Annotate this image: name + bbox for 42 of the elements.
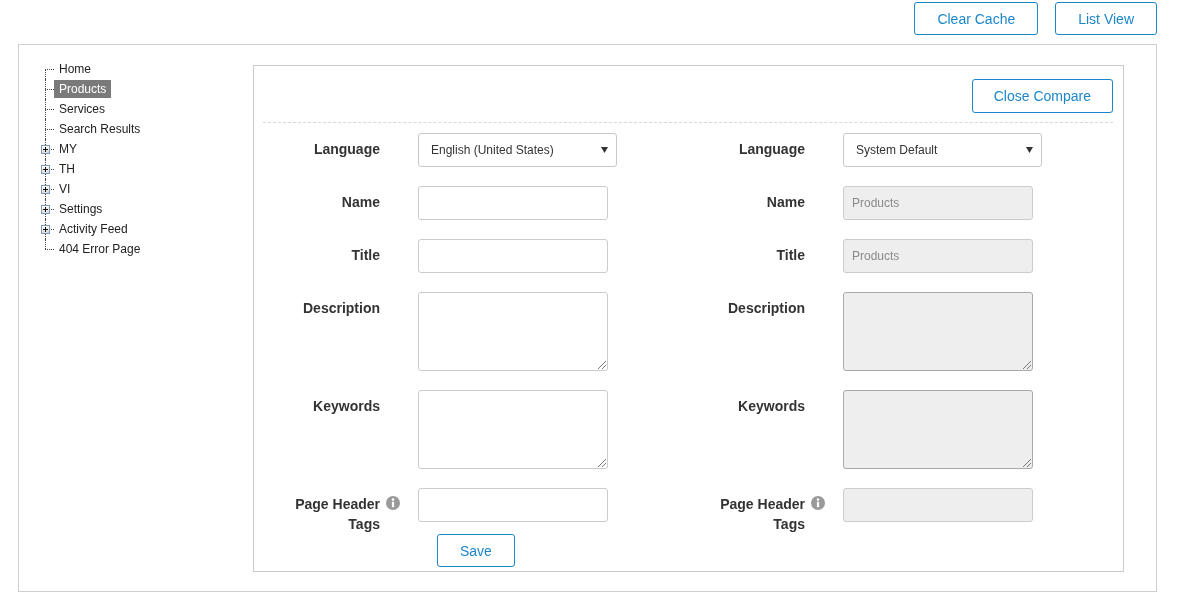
expand-icon[interactable] bbox=[41, 145, 50, 154]
textarea-field[interactable] bbox=[418, 292, 608, 371]
clear-cache-button[interactable]: Clear Cache bbox=[914, 2, 1039, 35]
tree-item[interactable]: Search Results bbox=[54, 120, 146, 138]
expand-icon[interactable] bbox=[41, 225, 50, 234]
dropdown-select[interactable]: English (United States) bbox=[418, 133, 617, 167]
caret-icon bbox=[1026, 147, 1033, 153]
close-compare-button[interactable]: Close Compare bbox=[971, 79, 1113, 113]
tree-item[interactable]: Activity Feed bbox=[54, 220, 133, 238]
resize-grip-icon[interactable] bbox=[598, 361, 606, 369]
textarea-field[interactable] bbox=[418, 390, 608, 469]
field-label: Language bbox=[738, 140, 805, 159]
caret-icon bbox=[601, 147, 608, 153]
tree-item[interactable]: Services bbox=[54, 100, 110, 118]
field-label: Name bbox=[766, 193, 805, 212]
field-label: Description bbox=[728, 299, 805, 318]
field-label: Language bbox=[313, 140, 380, 159]
field-label: Page Header Tags bbox=[294, 495, 380, 534]
text-field[interactable] bbox=[418, 488, 608, 522]
tree-item[interactable]: TH bbox=[54, 160, 80, 178]
tree-item[interactable]: Home bbox=[54, 60, 96, 78]
tree-item[interactable]: VI bbox=[54, 180, 76, 198]
field-label: Page Header Tags bbox=[719, 495, 805, 534]
expand-icon[interactable] bbox=[41, 165, 50, 174]
field-label: Keywords bbox=[738, 397, 805, 416]
expand-icon[interactable] bbox=[41, 185, 50, 194]
resize-grip-icon[interactable] bbox=[598, 459, 606, 467]
tree-item[interactable]: MY bbox=[54, 140, 82, 158]
text-field[interactable] bbox=[418, 186, 608, 220]
tree-item[interactable]: Settings bbox=[54, 200, 108, 218]
expand-icon[interactable] bbox=[41, 205, 50, 214]
tree-item[interactable]: 404 Error Page bbox=[54, 240, 146, 258]
field-label: Title bbox=[351, 246, 380, 265]
text-field[interactable] bbox=[418, 239, 608, 273]
list-view-button[interactable]: List View bbox=[1055, 2, 1157, 35]
field-label: Title bbox=[776, 246, 805, 265]
field-label: Description bbox=[303, 299, 380, 318]
field-label: Keywords bbox=[313, 397, 380, 416]
tree-item[interactable]: Products bbox=[54, 80, 112, 98]
save-button[interactable]: Save bbox=[437, 534, 515, 567]
field-label: Name bbox=[341, 193, 380, 212]
dropdown-select[interactable]: System Default bbox=[843, 133, 1042, 167]
